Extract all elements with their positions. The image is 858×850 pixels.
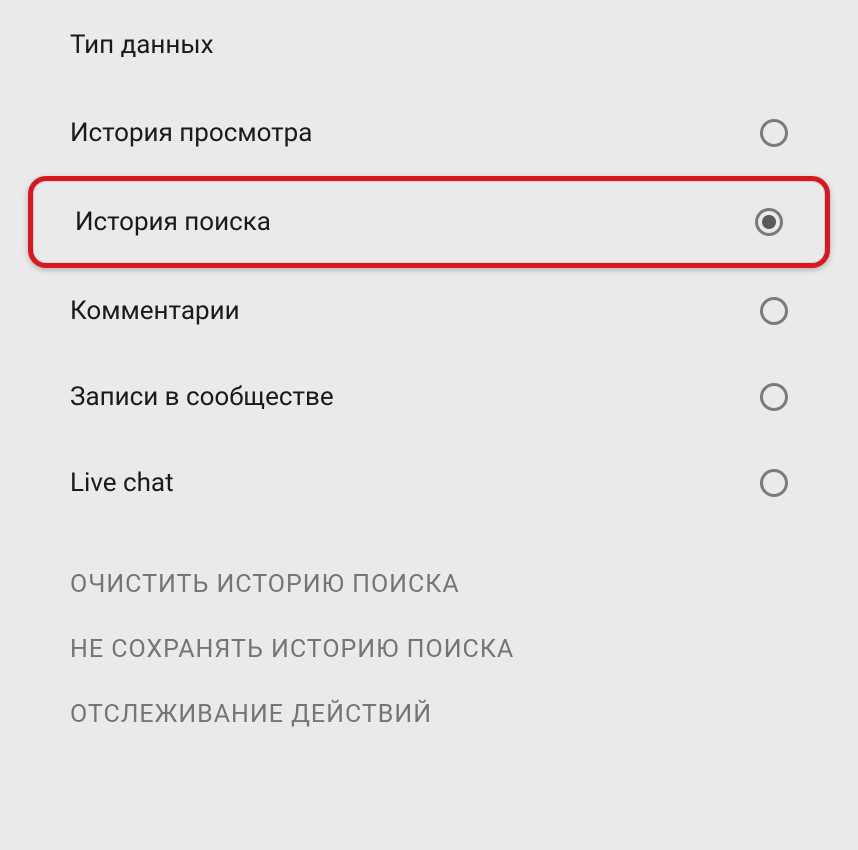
option-label: Записи в сообществе	[70, 382, 334, 412]
option-label: История поиска	[75, 207, 271, 237]
radio-icon	[760, 297, 788, 325]
section-title: Тип данных	[0, 20, 858, 90]
option-label: Live chat	[70, 468, 174, 498]
action-clear-search-history[interactable]: ОЧИСТИТЬ ИСТОРИЮ ПОИСКА	[70, 552, 788, 617]
radio-icon	[760, 119, 788, 147]
action-list: ОЧИСТИТЬ ИСТОРИЮ ПОИСКА НЕ СОХРАНЯТЬ ИСТ…	[0, 526, 858, 747]
highlight-box: История поиска	[28, 176, 830, 268]
option-label: Комментарии	[70, 296, 240, 326]
action-activity-tracking[interactable]: ОТСЛЕЖИВАНИЕ ДЕЙСТВИЙ	[70, 682, 788, 747]
option-community-posts[interactable]: Записи в сообществе	[0, 354, 858, 440]
action-pause-search-history[interactable]: НЕ СОХРАНЯТЬ ИСТОРИЮ ПОИСКА	[70, 617, 788, 682]
option-comments[interactable]: Комментарии	[0, 268, 858, 354]
radio-icon	[760, 383, 788, 411]
option-watch-history[interactable]: История просмотра	[0, 90, 858, 176]
radio-icon	[760, 469, 788, 497]
option-search-history[interactable]: История поиска	[33, 181, 825, 263]
radio-icon	[755, 208, 783, 236]
option-label: История просмотра	[70, 118, 312, 148]
settings-panel: Тип данных История просмотра История пои…	[0, 0, 858, 747]
option-live-chat[interactable]: Live chat	[0, 440, 858, 526]
